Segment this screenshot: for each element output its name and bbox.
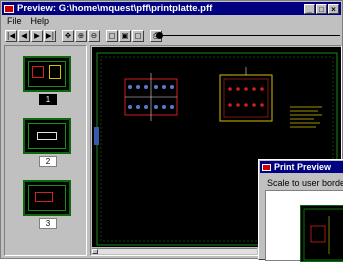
maximize-button[interactable]: □ <box>316 4 327 14</box>
component-block-right <box>219 67 273 122</box>
callout-line <box>160 35 340 36</box>
print-preview-dialog: Print Preview Scale to user border <box>258 159 343 262</box>
right-block-inner <box>223 78 269 118</box>
horizontal-scrollbar[interactable] <box>92 248 257 254</box>
first-page-button[interactable]: |◀ <box>5 30 17 42</box>
window-title: Preview: G:\home\mquest\pff\printplatte.… <box>17 3 213 14</box>
component-block-left <box>124 73 178 121</box>
sheet-side-label <box>94 127 99 145</box>
menu-file[interactable]: File <box>7 16 22 27</box>
dialog-title: Print Preview <box>274 162 332 172</box>
thumbnail-component-left <box>32 66 44 78</box>
menu-bar: File Help <box>3 16 49 27</box>
notes-block <box>290 106 322 128</box>
page-thumbnail-2[interactable] <box>23 118 71 154</box>
right-pads <box>228 87 264 107</box>
preview-window: Preview: G:\home\mquest\pff\printplatte.… <box>0 0 343 262</box>
toolbar: |◀ ◀ ▶ ▶| ✥ ⊕ ⊖ ▢ ▣ ▢ ⎙ <box>3 29 340 43</box>
page-view-3-button[interactable]: ▢ <box>132 30 144 42</box>
dialog-preview-sheet <box>300 205 343 262</box>
app-icon[interactable] <box>4 4 14 13</box>
zoom-out-button[interactable]: ⊖ <box>88 30 100 42</box>
dialog-app-icon[interactable] <box>262 163 271 171</box>
fit-window-button[interactable]: ✥ <box>62 30 74 42</box>
next-page-button[interactable]: ▶ <box>31 30 43 42</box>
thumbnail-component-right <box>49 65 61 79</box>
minimize-button[interactable]: _ <box>304 4 315 14</box>
dialog-title-bar[interactable]: Print Preview <box>260 161 343 173</box>
dialog-preview-drawing <box>303 208 343 261</box>
window-controls: _ □ × <box>304 4 339 14</box>
page-thumbnail-1-label[interactable]: 1 <box>39 94 57 105</box>
thumbnail-component <box>37 132 57 140</box>
title-bar[interactable]: Preview: G:\home\mquest\pff\printplatte.… <box>2 2 341 15</box>
page-thumbnail-3-label[interactable]: 3 <box>39 218 57 229</box>
prev-page-button[interactable]: ◀ <box>18 30 30 42</box>
dialog-page-preview <box>265 190 343 262</box>
zoom-in-button[interactable]: ⊕ <box>75 30 87 42</box>
thumbnail-pane[interactable]: 1 2 3 <box>4 45 87 256</box>
menu-help[interactable]: Help <box>31 16 50 27</box>
mini-component <box>310 225 326 243</box>
scale-label: Scale to user border <box>267 178 343 188</box>
page-thumbnail-3[interactable] <box>23 180 71 216</box>
mini-border <box>303 208 343 261</box>
thumbnail-component <box>35 192 53 202</box>
page-view-2-button[interactable]: ▣ <box>119 30 131 42</box>
page-thumbnail-2-label[interactable]: 2 <box>39 156 57 167</box>
last-page-button[interactable]: ▶| <box>44 30 56 42</box>
right-block-outline <box>219 74 273 122</box>
page-thumbnail-1[interactable] <box>23 56 71 92</box>
scroll-left-arrow[interactable] <box>92 249 98 254</box>
close-button[interactable]: × <box>328 4 339 14</box>
page-view-1-button[interactable]: ▢ <box>106 30 118 42</box>
